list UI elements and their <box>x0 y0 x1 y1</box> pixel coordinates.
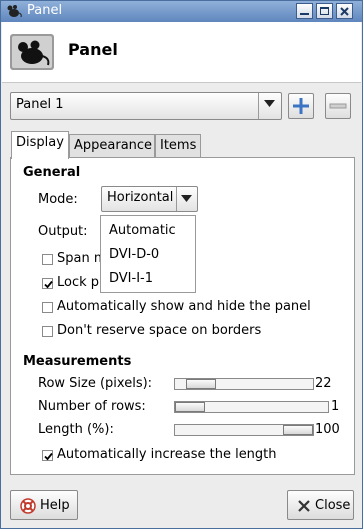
maximize-button[interactable] <box>316 3 333 19</box>
lock-panel-label: Lock p <box>57 275 100 290</box>
title-bar[interactable]: Panel <box>1 1 362 22</box>
length-slider-thumb[interactable] <box>283 425 313 435</box>
display-tab-content: General Mode: Horizontal Output: Span m … <box>10 157 355 475</box>
panel-selector-value: Panel 1 <box>16 97 64 112</box>
close-window-button[interactable] <box>336 3 353 19</box>
close-icon <box>340 7 349 16</box>
window-title: Panel <box>27 3 63 18</box>
dialog-header: Panel <box>2 22 361 82</box>
rows-slider-thumb[interactable] <box>175 402 205 412</box>
row-size-label: Row Size (pixels): <box>38 376 153 391</box>
length-value: 100 <box>315 422 340 437</box>
measurements-heading: Measurements <box>23 354 132 369</box>
help-button-label: Help <box>40 498 70 513</box>
minus-icon <box>329 103 347 109</box>
add-panel-button[interactable] <box>288 93 314 119</box>
rows-slider[interactable] <box>174 401 329 413</box>
row-size-slider[interactable] <box>174 378 314 390</box>
lock-panel-checkbox[interactable] <box>42 278 53 289</box>
mouse-icon <box>10 34 54 70</box>
remove-panel-button[interactable] <box>325 93 351 119</box>
help-button[interactable]: Help <box>10 490 78 520</box>
tab-appearance[interactable]: Appearance <box>69 134 155 158</box>
dialog-button-bar: Help Close <box>2 483 361 527</box>
checkmark-icon <box>44 280 53 289</box>
tab-items-label: Items <box>160 138 197 153</box>
tab-appearance-label: Appearance <box>74 138 153 153</box>
general-heading: General <box>23 165 81 180</box>
minimize-icon <box>300 13 309 15</box>
maximize-icon <box>320 7 329 15</box>
plus-icon <box>293 98 309 114</box>
mode-select[interactable]: Horizontal <box>101 186 198 212</box>
length-slider[interactable] <box>174 424 314 436</box>
checkmark-icon <box>44 452 53 461</box>
close-button[interactable]: Close <box>287 490 354 520</box>
rows-label: Number of rows: <box>38 399 146 414</box>
lifebuoy-icon <box>20 498 36 514</box>
mode-select-value: Horizontal <box>107 190 174 205</box>
length-label: Length (%): <box>38 422 114 437</box>
panel-preferences-window: Panel Panel Panel 1 Display Appearance I… <box>0 0 363 529</box>
output-dropdown-menu: Automatic DVI-D-0 DVI-I-1 <box>100 215 196 293</box>
dont-reserve-checkbox[interactable] <box>42 326 53 337</box>
close-button-label: Close <box>315 498 351 513</box>
minimize-button[interactable] <box>296 3 313 19</box>
row-size-value: 22 <box>315 376 332 391</box>
row-size-slider-thumb[interactable] <box>186 379 216 389</box>
chevron-down-icon <box>258 93 281 119</box>
panel-selector[interactable]: Panel 1 <box>10 92 282 120</box>
output-option-automatic[interactable]: Automatic <box>109 223 176 238</box>
dont-reserve-label: Don't reserve space on borders <box>57 323 262 338</box>
span-monitors-checkbox[interactable] <box>42 254 53 265</box>
tab-display[interactable]: Display <box>11 131 69 159</box>
rows-value: 1 <box>331 399 340 414</box>
tab-display-label: Display <box>16 135 64 150</box>
tab-items[interactable]: Items <box>155 134 201 158</box>
output-label: Output: <box>38 224 88 239</box>
header-title: Panel <box>68 40 118 59</box>
auto-increase-checkbox[interactable] <box>42 450 53 461</box>
autohide-checkbox[interactable] <box>42 302 53 313</box>
mode-label: Mode: <box>38 192 78 207</box>
output-option-dvi-i-1[interactable]: DVI-I-1 <box>109 271 153 286</box>
close-x-icon <box>298 500 310 512</box>
mouse-icon[interactable] <box>6 4 22 18</box>
autohide-label: Automatically show and hide the panel <box>57 299 311 314</box>
header-divider <box>2 82 361 83</box>
chevron-down-icon <box>176 187 197 211</box>
output-option-dvi-d-0[interactable]: DVI-D-0 <box>109 247 159 262</box>
auto-increase-label: Automatically increase the length <box>57 447 277 462</box>
